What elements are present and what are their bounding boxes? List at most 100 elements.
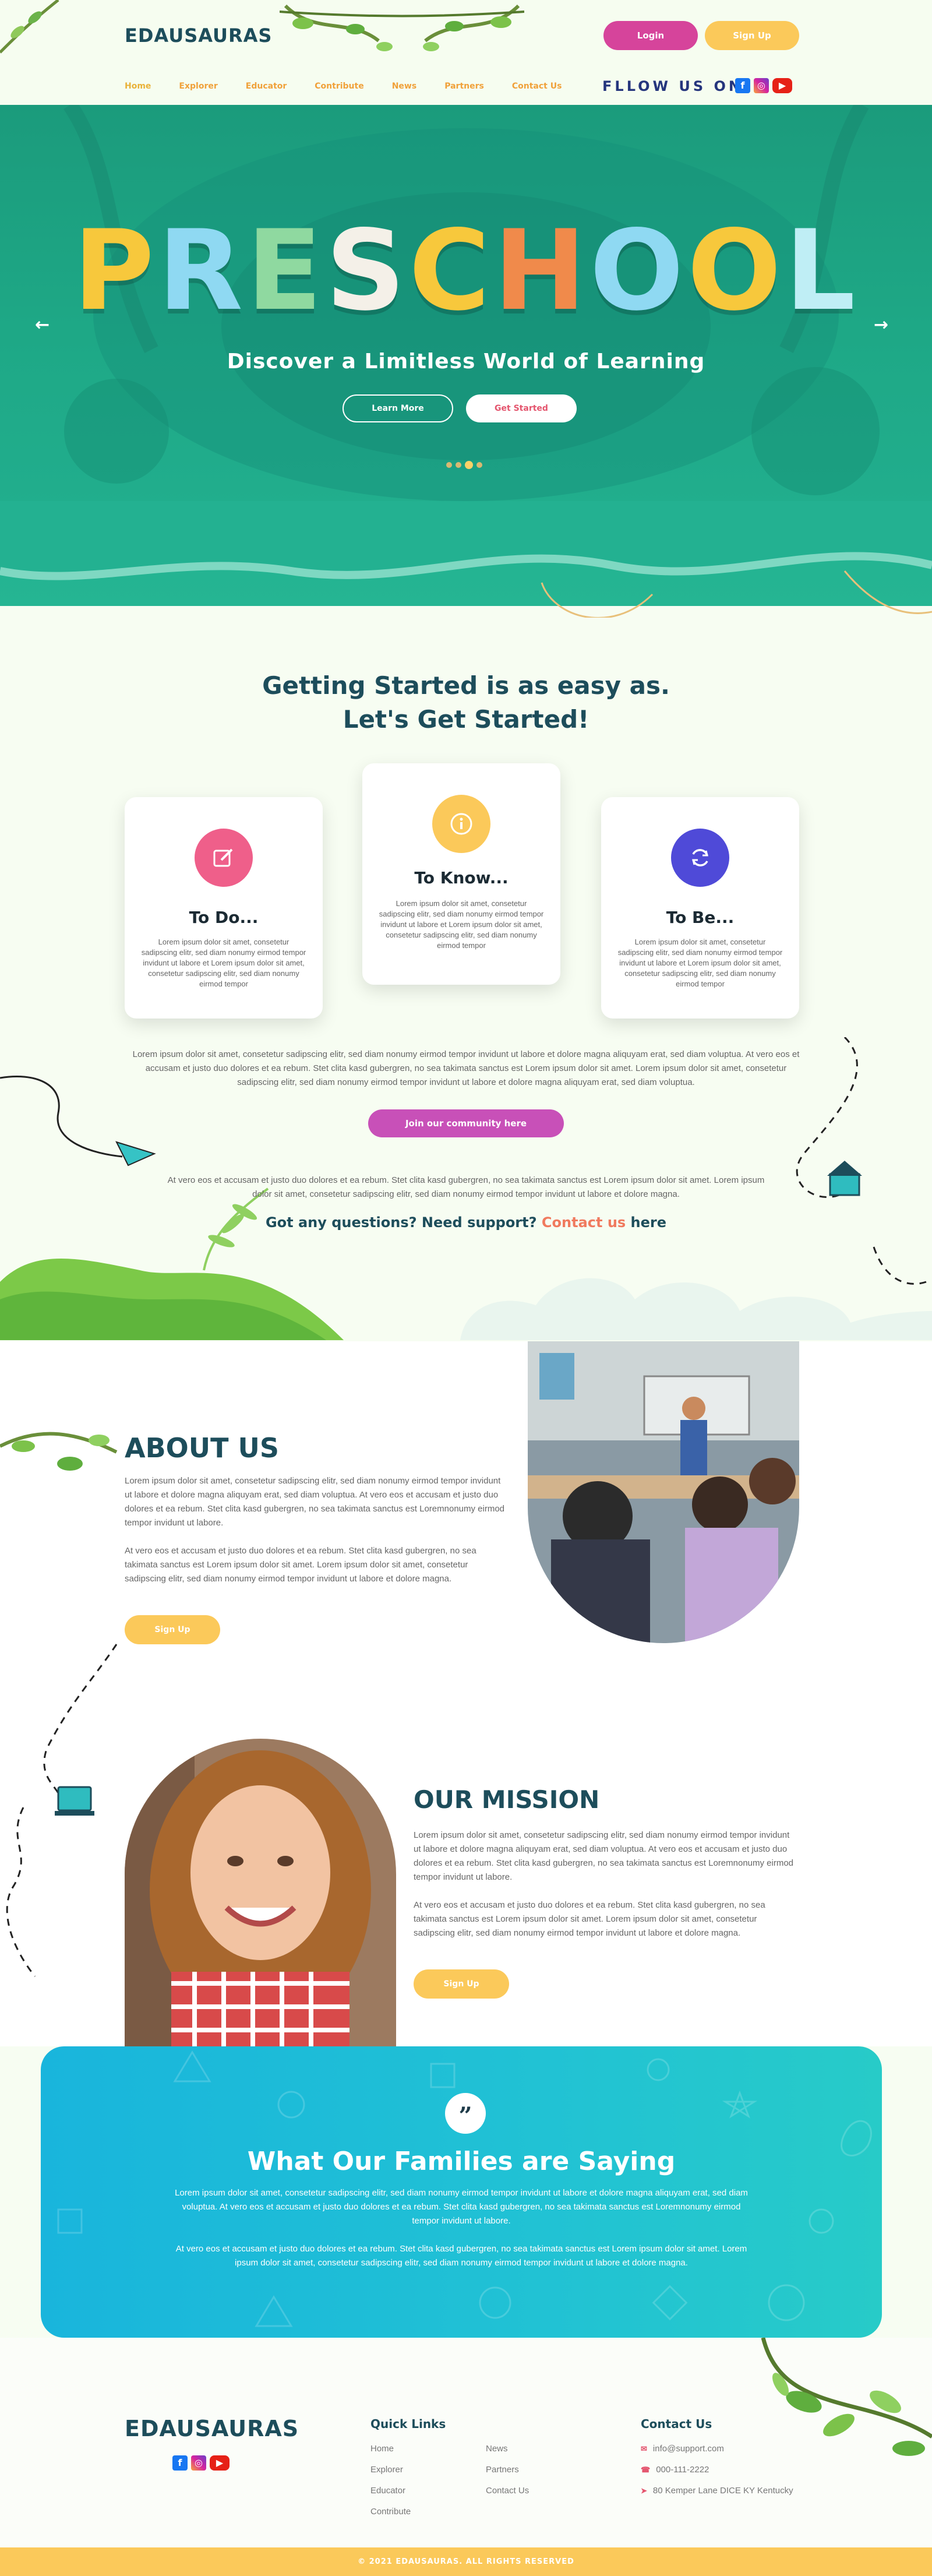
- contact-email[interactable]: ✉ info@support.com: [641, 2444, 724, 2454]
- signup-button[interactable]: Sign Up: [705, 21, 799, 50]
- hero-wave-divider: [0, 501, 932, 618]
- hero-letter: L: [785, 206, 859, 335]
- contact-phone[interactable]: ☎ 000-111-2222: [641, 2465, 709, 2475]
- getting-started-paragraph: Lorem ipsum dolor sit amet, consetetur s…: [132, 1049, 800, 1087]
- facebook-icon[interactable]: f: [735, 78, 750, 93]
- youtube-icon[interactable]: ▶: [210, 2455, 230, 2471]
- carousel-dots: [446, 461, 482, 469]
- carousel-dot[interactable]: [446, 462, 452, 468]
- support-question-suffix: here: [630, 1214, 667, 1231]
- get-started-button[interactable]: Get Started: [466, 394, 577, 422]
- site-footer: EDAUSAURAS f ◎ ▶ Quick Links Home Explor…: [0, 2338, 932, 2547]
- hero-letter: R: [157, 206, 247, 335]
- site-logo[interactable]: EDAUSAURAS: [125, 24, 272, 47]
- refresh-icon: [671, 829, 729, 887]
- vine-decoration-icon: [280, 4, 524, 51]
- card-text: Lorem ipsum dolor sit amet, consetetur s…: [141, 938, 306, 988]
- testimonials-title: What Our Families are Saying: [247, 2147, 676, 2176]
- nav-contact[interactable]: Contact Us: [512, 82, 562, 91]
- location-icon: ➤: [641, 2486, 647, 2495]
- contact-address-text: 80 Kemper Lane DICE KY Kentucky: [652, 2486, 793, 2496]
- hero-letter: E: [246, 206, 326, 335]
- classroom-photo: [528, 1341, 799, 1643]
- footer-link-news[interactable]: News: [486, 2444, 508, 2454]
- feature-card-todo[interactable]: To Do... Lorem ipsum dolor sit amet, con…: [125, 797, 323, 1019]
- getting-started-paragraph-2: At vero eos et accusam et justo duo dolo…: [167, 1175, 765, 1199]
- carousel-dot[interactable]: [476, 462, 482, 468]
- hero-letter: O: [589, 206, 687, 335]
- instagram-icon[interactable]: ◎: [754, 78, 769, 93]
- card-text: Lorem ipsum dolor sit amet, consetetur s…: [379, 899, 544, 950]
- vine-decoration-icon: [761, 2338, 932, 2456]
- hero-letter: C: [408, 206, 494, 335]
- phone-icon: ☎: [641, 2465, 651, 2474]
- about-paragraph-2: At vero eos et accusam et justo duo dolo…: [125, 1546, 476, 1584]
- getting-started-line1: Getting Started is as easy as.: [262, 671, 670, 700]
- testimonials-panel: ” What Our Families are Saying Lorem ips…: [41, 2046, 882, 2338]
- footer-link-educator[interactable]: Educator: [370, 2486, 405, 2496]
- feature-card-tobe[interactable]: To Be... Lorem ipsum dolor sit amet, con…: [601, 797, 799, 1019]
- hero-letter: O: [687, 206, 785, 335]
- nav-explorer[interactable]: Explorer: [179, 82, 217, 91]
- header-social-links: f ◎ ▶: [735, 78, 792, 93]
- nav-partners[interactable]: Partners: [444, 82, 484, 91]
- vine-decoration-icon: [0, 0, 59, 54]
- contact-title: Contact Us: [641, 2417, 712, 2431]
- support-question: Got any questions? Need support? Contact…: [0, 1214, 932, 1231]
- next-slide-arrow-icon[interactable]: →: [874, 315, 888, 335]
- prev-slide-arrow-icon[interactable]: ←: [35, 315, 50, 335]
- footer-link-contribute[interactable]: Contribute: [370, 2507, 411, 2517]
- hero-letter: H: [493, 206, 590, 335]
- hero-letter: S: [325, 206, 409, 335]
- carousel-dot[interactable]: [456, 462, 461, 468]
- nav-home[interactable]: Home: [125, 82, 151, 91]
- join-community-button[interactable]: Join our community here: [368, 1109, 564, 1137]
- learn-more-button[interactable]: Learn More: [343, 394, 453, 422]
- nav-educator[interactable]: Educator: [246, 82, 287, 91]
- youtube-icon[interactable]: ▶: [772, 78, 792, 93]
- getting-started-line2: Let's Get Started!: [343, 705, 589, 734]
- edit-icon: [195, 829, 253, 887]
- contact-email-text: info@support.com: [652, 2444, 724, 2454]
- main-nav: Home Explorer Educator Contribute News P…: [125, 79, 562, 93]
- info-icon: [432, 795, 490, 853]
- contact-address: ➤ 80 Kemper Lane DICE KY Kentucky: [641, 2486, 793, 2496]
- mail-icon: ✉: [641, 2444, 647, 2453]
- hero-subtitle: Discover a Limitless World of Learning: [227, 350, 705, 373]
- mission-title: OUR MISSION: [414, 1785, 600, 1814]
- footer-link-contact[interactable]: Contact Us: [486, 2486, 529, 2496]
- quote-icon: ”: [445, 2093, 486, 2134]
- card-title: To Do...: [189, 908, 259, 927]
- facebook-icon[interactable]: f: [172, 2455, 188, 2471]
- quick-links-title: Quick Links: [370, 2417, 446, 2431]
- hero-letter: P: [73, 206, 158, 335]
- feature-card-toknow[interactable]: To Know... Lorem ipsum dolor sit amet, c…: [362, 763, 560, 985]
- card-text: Lorem ipsum dolor sit amet, consetetur s…: [617, 938, 783, 988]
- mission-paragraph-1: Lorem ipsum dolor sit amet, consetetur s…: [414, 1830, 794, 1882]
- footer-logo[interactable]: EDAUSAURAS: [125, 2416, 299, 2441]
- nav-contribute[interactable]: Contribute: [315, 82, 363, 91]
- footer-link-explorer[interactable]: Explorer: [370, 2465, 403, 2475]
- getting-started-title: Getting Started is as easy as. Let's Get…: [0, 669, 932, 736]
- support-question-prefix: Got any questions? Need support?: [265, 1214, 537, 1231]
- follow-us-label: FLLOW US ON: [602, 78, 743, 94]
- site-header: EDAUSAURAS Login Sign Up Home Explorer E…: [0, 0, 932, 105]
- mission-paragraph-2: At vero eos et accusam et justo duo dolo…: [414, 1900, 765, 1938]
- card-title: To Know...: [414, 868, 509, 887]
- nav-news[interactable]: News: [392, 82, 416, 91]
- card-title: To Be...: [666, 908, 735, 927]
- hero-title: PRESCHOOL: [0, 216, 932, 326]
- footer-link-home[interactable]: Home: [370, 2444, 394, 2454]
- contact-us-link[interactable]: Contact us: [542, 1214, 626, 1231]
- login-button[interactable]: Login: [603, 21, 698, 50]
- testimonial-paragraph-1: Lorem ipsum dolor sit amet, consetetur s…: [175, 2188, 748, 2226]
- about-paragraph-1: Lorem ipsum dolor sit amet, consetetur s…: [125, 1476, 505, 1528]
- about-title: ABOUT US: [125, 1432, 279, 1464]
- mission-signup-button[interactable]: Sign Up: [414, 1969, 509, 1999]
- footer-link-partners[interactable]: Partners: [486, 2465, 519, 2475]
- about-signup-button[interactable]: Sign Up: [125, 1615, 220, 1644]
- contact-phone-text: 000-111-2222: [656, 2465, 709, 2475]
- carousel-dot-active[interactable]: [465, 461, 473, 469]
- instagram-icon[interactable]: ◎: [191, 2455, 206, 2471]
- child-photo: [125, 1739, 396, 2048]
